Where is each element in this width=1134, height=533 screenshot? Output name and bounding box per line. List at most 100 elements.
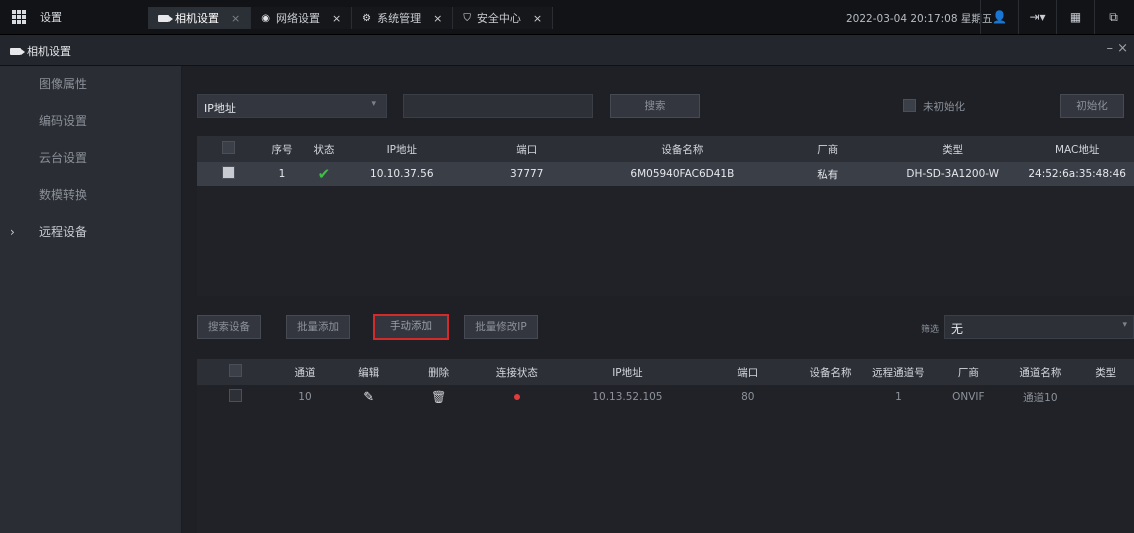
window-title: 相机设置 <box>10 43 71 59</box>
tab-label: 安全中心 <box>476 12 521 25</box>
cell-index: 1 <box>260 162 304 186</box>
uninit-label: 未初始化 <box>923 101 965 113</box>
chevron-down-icon: ▾ <box>1122 320 1127 330</box>
cell-channel-name: 通道10 <box>1023 391 1058 404</box>
cell-channel: 10 <box>298 391 312 403</box>
datetime: 2022-03-04 20:17:08 星期五 <box>846 13 993 25</box>
tab-security-center[interactable]: ⛉ 安全中心 × <box>453 7 554 29</box>
sidebar-item-label: 图像属性 <box>39 77 88 91</box>
tab-network-settings[interactable]: ◉ 网络设置 × <box>251 7 353 29</box>
cell-vendor: 私有 <box>770 162 886 186</box>
online-check-icon: ✔ <box>317 165 331 183</box>
select-all-checkbox[interactable] <box>222 141 236 154</box>
filter-select[interactable]: IP地址 ▾ <box>197 94 387 118</box>
home-button[interactable]: 设置 <box>12 9 62 25</box>
col-header: 通道 <box>273 359 337 385</box>
device-table: 序号 状态 IP地址 端口 设备名称 厂商 类型 MAC地址 1 ✔ 10.10… <box>197 136 1134 186</box>
filter-select-value: IP地址 <box>204 102 236 115</box>
main-panel: IP地址 ▾ 搜索 未初始化 初始化 序号 状态 IP地址 端口 设备名称 厂商… <box>182 66 1134 533</box>
home-label: 设置 <box>40 11 62 24</box>
trash-icon[interactable]: 🗑 <box>431 390 446 404</box>
search-devices-button[interactable]: 搜索设备 <box>197 315 261 339</box>
cell-device-name <box>798 385 864 409</box>
layout-icon[interactable]: ▦ <box>1056 0 1094 34</box>
tab-label: 相机设置 <box>175 12 219 25</box>
tab-system-management[interactable]: ⚙ 系统管理 × <box>352 7 454 29</box>
device-table-area: 序号 状态 IP地址 端口 设备名称 厂商 类型 MAC地址 1 ✔ 10.10… <box>197 136 1134 296</box>
cell-remote-channel: 1 <box>895 391 902 403</box>
tab-camera-settings[interactable]: 相机设置 × <box>148 7 252 29</box>
cell-mac: 24:52:6a:35:48:46 <box>1020 162 1134 186</box>
edit-pencil-icon[interactable]: ✎ <box>363 390 374 405</box>
shield-icon: ⛉ <box>463 12 471 24</box>
col-header: 状态 <box>303 136 345 162</box>
cell-type: DH-SD-3A1200-W <box>885 162 1021 186</box>
close-icon[interactable]: × <box>433 12 442 25</box>
cell-ip: 10.13.52.105 <box>592 391 663 403</box>
logout-icon[interactable]: ⇥▾ <box>1018 0 1056 34</box>
close-icon[interactable]: × <box>533 12 542 25</box>
channel-table-area: 通道 编辑 删除 连接状态 IP地址 端口 设备名称 远程通道号 厂商 通道名称… <box>197 359 1134 533</box>
cell-ip: 10.10.37.56 <box>344 162 460 186</box>
table-row[interactable]: 10 ✎ 🗑 10.13.52.105 80 1 ONVIF 通道10 <box>197 385 1134 409</box>
col-header: IP地址 <box>344 136 460 162</box>
sidebar-item-label: 编码设置 <box>39 114 88 128</box>
close-icon[interactable]: × <box>332 12 341 25</box>
table-header-row: 通道 编辑 删除 连接状态 IP地址 端口 设备名称 远程通道号 厂商 通道名称… <box>197 359 1134 385</box>
col-header: 端口 <box>459 136 595 162</box>
sidebar-item-dac[interactable]: 数模转换 <box>0 177 181 214</box>
disconnected-status-icon <box>513 394 520 400</box>
camera-icon <box>158 14 173 22</box>
user-icon[interactable]: 👤 <box>980 0 1018 34</box>
cell-vendor: ONVIF <box>952 391 985 403</box>
uninit-checkbox[interactable] <box>903 99 916 112</box>
search-input[interactable] <box>403 94 593 118</box>
batch-add-button[interactable]: 批量添加 <box>286 315 350 339</box>
col-header: 删除 <box>400 359 477 385</box>
sidebar-item-ptz[interactable]: 云台设置 <box>0 140 181 177</box>
filter-dropdown[interactable]: 无 ▾ <box>944 315 1134 339</box>
screen-icon[interactable]: ⧉ <box>1094 0 1132 34</box>
sidebar-item-label: 远程设备 <box>39 225 88 239</box>
tab-strip: 相机设置 × ◉ 网络设置 × ⚙ 系统管理 × ⛉ 安全中心 × <box>148 7 554 29</box>
batch-modify-ip-button[interactable]: 批量修改IP <box>464 315 538 339</box>
globe-icon: ◉ <box>261 12 270 24</box>
col-header: 序号 <box>260 136 304 162</box>
window-title-text: 相机设置 <box>27 45 71 58</box>
top-icon-group: 👤 ⇥▾ ▦ ⧉ <box>980 0 1132 34</box>
col-header: 远程通道号 <box>863 359 934 385</box>
col-header: 设备名称 <box>797 359 864 385</box>
manual-add-button[interactable]: 手动添加 <box>373 314 449 340</box>
tab-label: 网络设置 <box>275 12 320 25</box>
row-checkbox[interactable] <box>222 166 236 179</box>
sidebar-item-remote-device[interactable]: › 远程设备 <box>0 214 181 251</box>
col-header: IP地址 <box>556 359 698 385</box>
select-all-checkbox[interactable] <box>228 364 242 377</box>
row-checkbox[interactable] <box>228 389 242 402</box>
col-header: 连接状态 <box>476 359 557 385</box>
sidebar-item-image-properties[interactable]: 图像属性 <box>0 66 181 103</box>
window-title-bar: 相机设置 – × <box>0 35 1134 66</box>
chevron-down-icon: ▾ <box>371 99 376 109</box>
search-button[interactable]: 搜索 <box>610 94 700 118</box>
col-header: 设备名称 <box>594 136 771 162</box>
sidebar: 图像属性 编码设置 云台设置 数模转换 › 远程设备 <box>0 66 181 533</box>
col-header: 类型 <box>885 136 1021 162</box>
cell-port: 80 <box>741 391 755 403</box>
col-header: 厂商 <box>933 359 1004 385</box>
camera-icon <box>10 47 25 55</box>
close-icon[interactable]: × <box>231 12 240 25</box>
channel-table: 通道 编辑 删除 连接状态 IP地址 端口 设备名称 远程通道号 厂商 通道名称… <box>197 359 1134 409</box>
table-header-row: 序号 状态 IP地址 端口 设备名称 厂商 类型 MAC地址 <box>197 136 1134 162</box>
init-button[interactable]: 初始化 <box>1060 94 1124 118</box>
filter-label: 筛选 <box>921 325 940 335</box>
col-header: 通道名称 <box>1003 359 1078 385</box>
table-row[interactable]: 1 ✔ 10.10.37.56 37777 6M05940FAC6D41B 私有… <box>197 162 1134 186</box>
filter-dropdown-value: 无 <box>951 322 964 336</box>
sidebar-item-label: 数模转换 <box>39 188 88 202</box>
gears-icon: ⚙ <box>362 12 372 24</box>
col-header: 厂商 <box>770 136 886 162</box>
window-controls[interactable]: – × <box>1106 41 1128 56</box>
sidebar-item-encoding[interactable]: 编码设置 <box>0 103 181 140</box>
tab-label: 系统管理 <box>377 12 422 25</box>
